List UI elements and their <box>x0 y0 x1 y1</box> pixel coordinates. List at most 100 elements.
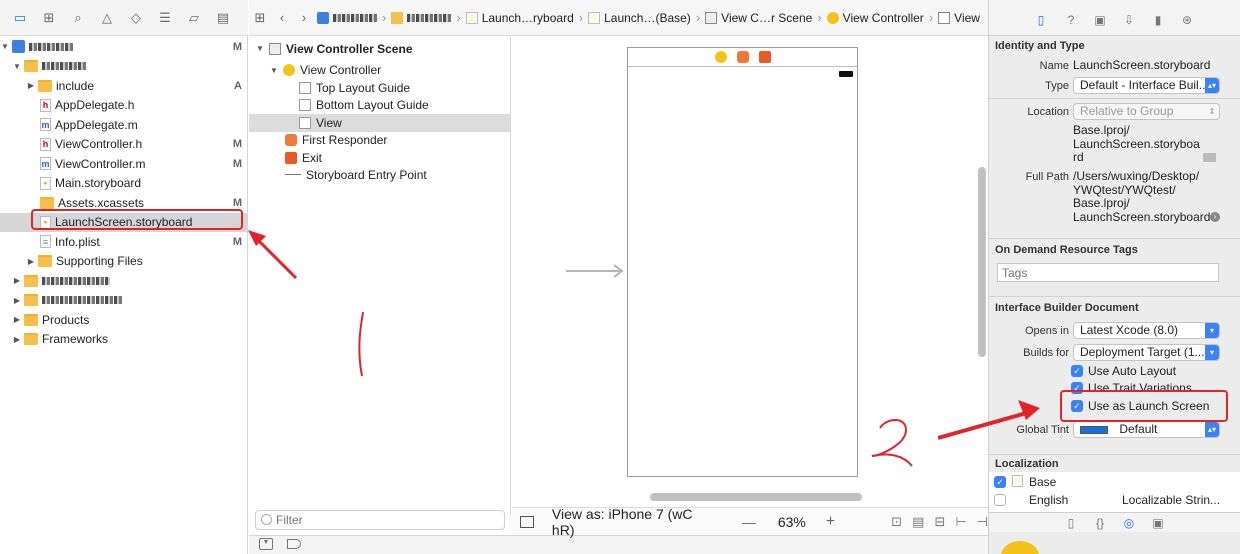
opens-in-popup[interactable]: Latest Xcode (8.0) ▾ <box>1073 322 1220 339</box>
inspector-toolbar: ▯ ? ▣ ⇩ ▮ ⊛ <box>989 0 1240 36</box>
reveal-folder-icon[interactable] <box>1203 153 1216 162</box>
tree-row-appdelegate-h[interactable]: h AppDelegate.h <box>0 96 248 116</box>
tree-row-main-storyboard[interactable]: ▪ Main.storyboard <box>0 174 248 194</box>
outline-bottom-layout-guide[interactable]: Bottom Layout Guide <box>249 97 510 115</box>
disclosure-open-icon[interactable]: ▼ <box>255 44 265 53</box>
tree-row-appdelegate-m[interactable]: m AppDelegate.m <box>0 115 248 135</box>
tree-row-products[interactable]: ▶ Products <box>0 310 248 330</box>
outline-exit[interactable]: Exit <box>249 149 510 167</box>
disclosure-open-icon[interactable]: ▼ <box>0 42 10 51</box>
warning-icon[interactable]: △ <box>98 10 116 26</box>
filter-input[interactable] <box>255 510 505 530</box>
breadcrumb-group[interactable] <box>389 11 453 24</box>
report-icon[interactable]: ▤ <box>214 10 232 26</box>
localization-base-checkbox[interactable]: ✓ <box>994 476 1006 488</box>
disclosure-open-icon[interactable]: ▼ <box>12 62 22 71</box>
tag-icon[interactable] <box>287 539 301 549</box>
size-inspector-icon[interactable]: ▮ <box>1150 12 1166 28</box>
entry-point-arrow[interactable] <box>566 264 626 278</box>
storyboard-canvas[interactable] <box>512 37 988 507</box>
tree-row-viewcontroller-h[interactable]: h ViewController.h M <box>0 135 248 155</box>
tree-row-project[interactable]: ▼ M <box>0 37 248 57</box>
update-frames-icon[interactable]: ⊡ <box>891 514 902 530</box>
type-popup[interactable]: Default - Interface Buil... ▴▾ <box>1073 77 1220 94</box>
attributes-inspector-icon[interactable]: ⇩ <box>1121 12 1137 28</box>
tree-row-frameworks[interactable]: ▶ Frameworks <box>0 330 248 350</box>
tree-row-group[interactable]: ▼ <box>0 57 248 77</box>
view-controller-library-icon[interactable] <box>1001 541 1039 554</box>
pin-icon[interactable]: ⊢ <box>955 514 966 530</box>
global-tint-popup[interactable]: Default ▴▾ <box>1073 421 1220 438</box>
disclosure-closed-icon[interactable]: ▶ <box>12 335 22 344</box>
tree-label: AppDelegate.h <box>55 98 135 113</box>
first-responder-icon[interactable] <box>736 51 749 63</box>
tags-input[interactable] <box>997 263 1219 282</box>
search-icon[interactable]: ⌕ <box>69 10 87 26</box>
disclosure-closed-icon[interactable]: ▶ <box>26 81 36 90</box>
disclosure-closed-icon[interactable]: ▶ <box>12 296 22 305</box>
opens-in-label: Opens in <box>1024 325 1069 337</box>
resolve-icon[interactable]: ⊣ <box>977 514 988 530</box>
outline-view-controller[interactable]: ▼ View Controller <box>249 62 510 80</box>
tree-row-include[interactable]: ▶ include A <box>0 76 248 96</box>
horizontal-scrollbar[interactable] <box>650 493 862 501</box>
disclosure-closed-icon[interactable]: ▶ <box>12 315 22 324</box>
identity-inspector-icon[interactable]: ▣ <box>1092 12 1108 28</box>
outline-view[interactable]: View <box>249 114 510 132</box>
full-path-label: Full Path <box>1025 171 1069 183</box>
test-icon[interactable]: ◇ <box>127 10 145 26</box>
breadcrumb-base[interactable]: Launch…(Base) <box>586 11 693 25</box>
zoom-out-button[interactable]: — <box>742 514 756 530</box>
builds-for-popup[interactable]: Deployment Target (1... ▾ <box>1073 344 1220 361</box>
breadcrumb-view-controller[interactable]: View Controller <box>825 11 926 25</box>
view-controller-icon[interactable] <box>714 51 727 63</box>
debug-icon[interactable]: ☰ <box>156 10 174 26</box>
location-popup[interactable]: Relative to Group ⇕ <box>1073 103 1220 120</box>
tree-row-supporting-files[interactable]: ▶ Supporting Files <box>0 252 248 272</box>
zoom-in-button[interactable]: + <box>826 513 835 531</box>
outline-entry-point[interactable]: Storyboard Entry Point <box>249 167 510 185</box>
outline-label: View <box>316 115 342 130</box>
reveal-arrow-icon[interactable]: › <box>1210 212 1220 222</box>
code-snippet-icon[interactable]: {} <box>1092 515 1108 531</box>
disclosure-closed-icon[interactable]: ▶ <box>26 257 36 266</box>
quick-help-icon[interactable]: ? <box>1063 12 1079 28</box>
localization-english-checkbox[interactable] <box>994 494 1006 506</box>
toggle-outline-icon[interactable] <box>520 515 534 528</box>
file-inspector-icon[interactable]: ▯ <box>1033 12 1049 28</box>
breadcrumb-project[interactable] <box>315 11 379 24</box>
use-auto-layout-checkbox[interactable]: ✓ <box>1071 365 1083 377</box>
hide-outline-icon[interactable]: ▼ <box>259 538 273 550</box>
hierarchy-icon[interactable]: ⊞ <box>40 10 58 26</box>
outline-top-layout-guide[interactable]: Top Layout Guide <box>249 79 510 97</box>
related-items-icon[interactable]: ⊞ <box>249 10 271 26</box>
breadcrumb-file[interactable]: Launch…ryboard <box>464 11 576 25</box>
forward-icon[interactable]: › <box>293 10 315 25</box>
tree-row-info-plist[interactable]: ≡ Info.plist M <box>0 232 248 252</box>
media-library-icon[interactable]: ▣ <box>1150 515 1166 531</box>
vertical-scrollbar[interactable] <box>978 167 986 357</box>
breakpoint-icon[interactable]: ▱ <box>185 10 203 26</box>
popup-arrows-icon: ⇕ <box>1208 107 1216 116</box>
tree-row-redacted-1[interactable]: ▶ <box>0 271 248 291</box>
folder-icon[interactable]: ▭ <box>11 10 29 26</box>
tree-row-viewcontroller-m[interactable]: m ViewController.m M <box>0 154 248 174</box>
file-template-icon[interactable]: ▯ <box>1063 515 1079 531</box>
back-icon[interactable]: ‹ <box>271 10 293 25</box>
outline-scene[interactable]: ▼ View Controller Scene <box>249 40 510 58</box>
disclosure-open-icon[interactable]: ▼ <box>269 66 279 75</box>
disclosure-closed-icon[interactable]: ▶ <box>12 276 22 285</box>
view-controller-frame[interactable] <box>627 47 858 477</box>
exit-icon[interactable] <box>758 51 771 63</box>
object-library-icon[interactable]: ◎ <box>1121 515 1137 531</box>
breadcrumb-scene[interactable]: View C…r Scene <box>703 11 814 25</box>
align-icon[interactable]: ⊟ <box>934 514 945 530</box>
localization-english-popup[interactable]: Localizable Strin... <box>1122 493 1220 507</box>
type-label: Type <box>1045 80 1069 92</box>
connections-inspector-icon[interactable]: ⊛ <box>1179 12 1195 28</box>
outline-first-responder[interactable]: First Responder <box>249 132 510 150</box>
breadcrumb-view[interactable]: View <box>936 11 982 25</box>
stack-icon[interactable]: ▤ <box>912 514 924 530</box>
tree-row-redacted-2[interactable]: ▶ <box>0 291 248 311</box>
view-as-button[interactable]: View as: iPhone 7 (wC hR) <box>552 506 718 538</box>
